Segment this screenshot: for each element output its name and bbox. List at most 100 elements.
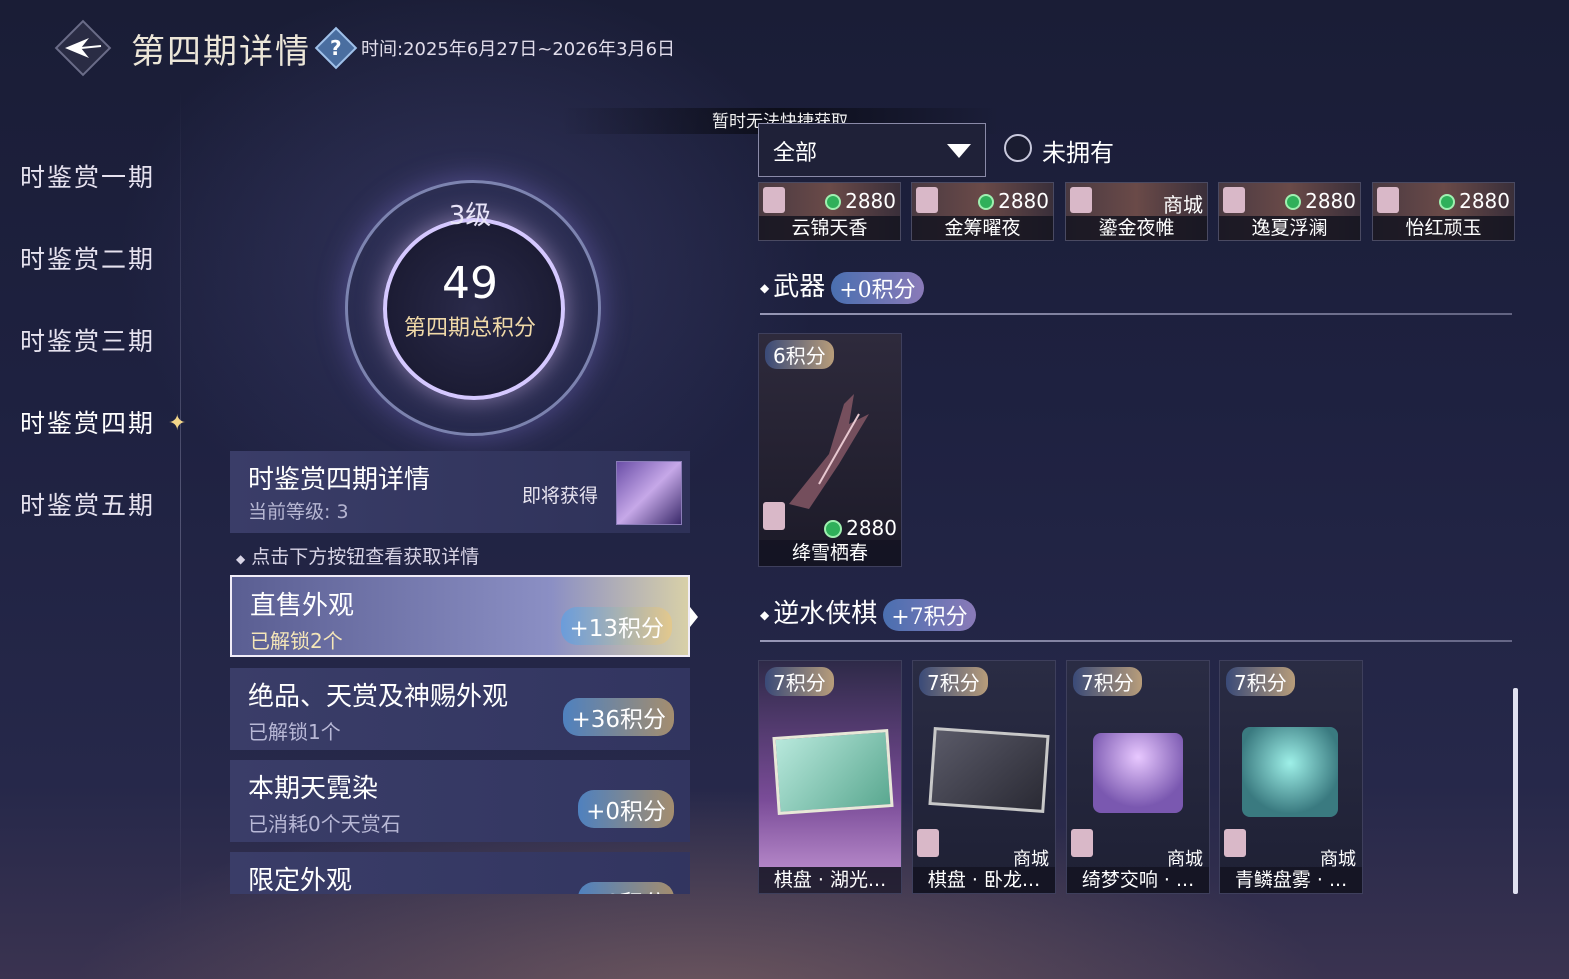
lock-icon	[1070, 187, 1092, 213]
not-owned-label[interactable]: 未拥有	[1042, 133, 1114, 168]
item-name: 棋盘 · 卧龙...	[913, 867, 1055, 893]
item-card[interactable]: 2880 金筹曜夜	[911, 182, 1054, 241]
item-name: 棋盘 · 湖光...	[759, 867, 901, 893]
chess-card[interactable]: 7积分 商城 绮梦交响 · ...	[1066, 660, 1210, 894]
item-price: 2880	[824, 516, 897, 540]
item-name: 云锦天香	[759, 216, 900, 240]
chess-card[interactable]: 7积分 棋盘 · 湖光...	[758, 660, 902, 894]
category-name: 直售外观	[250, 591, 355, 621]
selected-arrow-icon	[690, 607, 698, 627]
sidebar-item-period-2[interactable]: 时鉴赏二期	[0, 222, 180, 304]
category-points: +36积分	[563, 698, 674, 736]
section-divider	[760, 313, 1512, 315]
chessboard-art	[928, 727, 1050, 813]
sidebar-item-label: 时鉴赏三期	[20, 327, 156, 356]
diamond-bullet-icon: ◆	[760, 281, 770, 295]
item-price: 2880	[1285, 189, 1356, 213]
jade-coin-icon	[825, 194, 842, 210]
weapons-section-title: ◆ 武器 +0积分	[760, 266, 924, 304]
category-limited[interactable]: 限定外观 +0积分	[230, 852, 690, 894]
item-card[interactable]: 2880 怡红顽玉	[1372, 182, 1515, 241]
chess-section-title: ◆ 逆水侠棋 +7积分	[760, 593, 976, 631]
item-name: 鎏金夜帷	[1066, 216, 1207, 240]
item-card[interactable]: 2880 云锦天香	[758, 182, 901, 241]
back-button[interactable]	[54, 19, 112, 77]
section-points: +0积分	[831, 272, 924, 304]
page-title: 第四期详情	[131, 31, 311, 72]
sidebar-divider	[180, 90, 181, 920]
category-direct-sale[interactable]: 直售外观 已解锁2个 +13积分	[230, 575, 698, 657]
diamond-bullet-icon: ◆	[760, 608, 770, 622]
jade-coin-icon	[1439, 194, 1456, 210]
sidebar-item-period-3[interactable]: 时鉴赏三期	[0, 304, 180, 386]
help-icon[interactable]: ?	[314, 26, 358, 70]
sidebar-item-period-5[interactable]: 时鉴赏五期	[0, 468, 180, 550]
period-label: 时间:	[361, 39, 404, 60]
scrollbar[interactable]	[1513, 688, 1518, 894]
item-name: 金筹曜夜	[912, 216, 1053, 240]
lock-icon	[1377, 187, 1399, 213]
item-price: 2880	[1439, 189, 1510, 213]
diamond-bullet-icon: ◆	[236, 552, 246, 566]
level-text: 3级	[448, 201, 492, 231]
category-points: +0积分	[578, 882, 674, 894]
section-divider	[760, 640, 1512, 642]
total-score-label: 第四期总积分	[403, 316, 536, 341]
score-ring: 3级 49 第四期总积分	[335, 170, 605, 440]
upcoming-reward-thumbnail[interactable]	[616, 461, 682, 525]
points-tag: 7积分	[919, 667, 988, 696]
sidebar: 时鉴赏一期 时鉴赏二期 时鉴赏三期 时鉴赏四期 ✦ 时鉴赏五期	[0, 140, 186, 550]
chess-card[interactable]: 7积分 商城 棋盘 · 卧龙...	[912, 660, 1056, 894]
back-arrow-icon	[65, 38, 102, 58]
points-tag: 7积分	[1226, 667, 1295, 696]
period-value: 2025年6月27日~2026年3月6日	[403, 39, 676, 60]
filter-dropdown[interactable]: 全部	[758, 123, 986, 177]
chessboard-art	[772, 729, 894, 815]
sidebar-item-period-4[interactable]: 时鉴赏四期 ✦	[0, 386, 186, 468]
points-tag: 7积分	[765, 667, 834, 696]
category-dye[interactable]: 本期天霓染 已消耗0个天赏石 +0积分	[230, 760, 690, 842]
category-name: 本期天霓染	[248, 774, 379, 804]
category-premium[interactable]: 绝品、天赏及神赐外观 已解锁1个 +36积分	[230, 668, 690, 750]
category-name: 绝品、天赏及神赐外观	[248, 682, 509, 712]
sidebar-item-label: 时鉴赏四期	[20, 409, 156, 438]
top-items-row: 2880 云锦天香 2880 金筹曜夜 商城 鎏金夜帷 2880 逸夏浮澜 28…	[758, 182, 1518, 241]
jade-coin-icon	[1285, 194, 1302, 210]
item-name: 绛雪栖春	[759, 540, 901, 566]
soon-label: 即将获得	[522, 485, 599, 507]
sidebar-item-period-1[interactable]: 时鉴赏一期	[0, 140, 180, 222]
chest-art	[1242, 727, 1338, 817]
lock-icon	[1071, 829, 1093, 857]
ring-inner	[383, 218, 565, 400]
section-points: +7积分	[883, 599, 976, 631]
jade-coin-icon	[978, 194, 995, 210]
item-price: 2880	[978, 189, 1049, 213]
lock-icon	[1224, 829, 1246, 857]
not-owned-radio[interactable]	[1004, 134, 1032, 162]
points-tag: 7积分	[1073, 667, 1142, 696]
jade-coin-icon	[824, 520, 843, 538]
chess-card[interactable]: 7积分 商城 青鳞盘雾 · ...	[1219, 660, 1363, 894]
item-card[interactable]: 商城 鎏金夜帷	[1065, 182, 1208, 241]
weapon-card[interactable]: 6积分 2880 绛雪栖春	[758, 333, 902, 567]
category-name: 限定外观	[248, 866, 353, 894]
hint-label: 点击下方按钮查看获取详情	[251, 546, 480, 568]
dropdown-caret-icon	[947, 144, 971, 158]
category-points: +13积分	[561, 607, 672, 645]
period-detail-panel[interactable]: 时鉴赏四期详情 当前等级: 3 即将获得	[230, 451, 690, 533]
item-name: 逸夏浮澜	[1219, 216, 1360, 240]
item-card[interactable]: 2880 逸夏浮澜	[1218, 182, 1361, 241]
sidebar-item-label: 时鉴赏五期	[20, 491, 156, 520]
filter-value: 全部	[773, 141, 818, 166]
hint-text: ◆ 点击下方按钮查看获取详情	[236, 542, 479, 569]
item-shop: 商城	[1163, 193, 1203, 217]
active-marker-icon: ✦	[168, 411, 189, 436]
sidebar-item-label: 时鉴赏二期	[20, 245, 156, 274]
lock-icon	[763, 502, 785, 530]
category-sub: 已解锁1个	[248, 720, 341, 744]
sidebar-item-label: 时鉴赏一期	[20, 163, 156, 192]
item-name: 绮梦交响 · ...	[1067, 867, 1209, 893]
lock-icon	[1223, 187, 1245, 213]
lock-icon	[916, 187, 938, 213]
item-name: 青鳞盘雾 · ...	[1220, 867, 1362, 893]
